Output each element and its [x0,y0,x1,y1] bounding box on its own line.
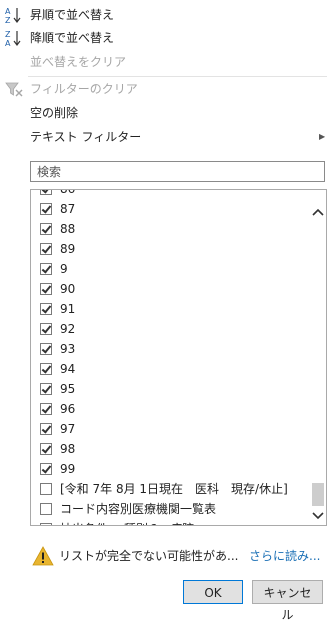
checkbox[interactable] [40,403,52,415]
list-item[interactable]: 89 [31,239,307,259]
search-box [30,161,325,182]
clear-sort-label: 並べ替えをクリア [30,55,127,69]
list-item[interactable]: 93 [31,339,307,359]
sort-asc-label: 昇順で並べ替え [30,8,115,22]
list-item[interactable]: 99 [31,459,307,479]
list-item-label: 95 [60,382,76,396]
svg-text:Z: Z [5,16,11,24]
list-item[interactable]: 90 [31,279,307,299]
list-item-label: 91 [60,302,76,316]
sort-asc-icon: A Z [5,7,21,24]
svg-text:A: A [5,7,11,16]
list-item-label: 98 [60,442,76,456]
checkbox[interactable] [40,303,52,315]
list-item[interactable]: 86 [31,189,307,199]
checkbox[interactable] [40,343,52,355]
svg-text:Z: Z [5,30,11,39]
text-filter-label: テキスト フィルター [30,130,142,144]
list-item-label: 93 [60,342,76,356]
list-item[interactable]: 98 [31,439,307,459]
list-item[interactable]: 9 [31,259,307,279]
sort-desc-icon: Z A [5,30,21,47]
checkbox[interactable] [40,203,52,215]
list-item[interactable]: 91 [31,299,307,319]
list-item[interactable]: [令和 7年 8月 1日現在 医科 現存/休止] [31,479,307,499]
scrollbar-thumb[interactable] [312,483,324,506]
read-more-link[interactable]: さらに読み... [249,544,320,568]
list-item[interactable]: 87 [31,199,307,219]
list-item-label: 99 [60,462,76,476]
list-item-label: 90 [60,282,76,296]
list-item[interactable]: 96 [31,399,307,419]
list-item[interactable]: 95 [31,379,307,399]
scroll-down-icon[interactable] [310,508,326,524]
list-item[interactable]: 94 [31,359,307,379]
ok-button[interactable]: OK [183,580,243,604]
checkbox[interactable] [40,283,52,295]
clear-filter-label: フィルターのクリア [30,82,138,96]
warning-icon [32,546,54,566]
menu-separator [28,76,327,77]
list-item-label: 抽出条件 :種別２=病院 [60,519,194,525]
list-scrollbar[interactable] [310,190,326,525]
menu-clear-sort[interactable]: 並べ替えをクリア [0,51,335,73]
checkbox[interactable] [40,190,52,195]
checkbox[interactable] [40,223,52,235]
scroll-up-icon[interactable] [310,204,326,220]
filter-value-list: 86 87 88 89 9 90 91 92 93 94 95 96 97 98 99 [令和 7年 8月 … [30,189,327,526]
list-item-label: 92 [60,322,76,336]
delete-empty-label: 空の削除 [30,106,79,120]
list-item-label: 88 [60,222,76,236]
list-item[interactable]: 88 [31,219,307,239]
checkbox[interactable] [40,443,52,455]
list-item-label: 94 [60,362,76,376]
checkbox[interactable] [40,323,52,335]
cancel-button[interactable]: キャンセル [252,580,323,622]
menu-sort-ascending[interactable]: A Z 昇順で並べ替え [0,4,335,26]
clear-filter-icon [5,82,23,97]
checkbox[interactable] [40,463,52,475]
list-item[interactable]: 92 [31,319,307,339]
checkbox[interactable] [40,243,52,255]
checkbox[interactable] [40,523,52,525]
list-item-label: 97 [60,422,76,436]
search-input[interactable] [31,162,324,181]
sort-desc-label: 降順で並べ替え [30,31,115,45]
checkbox[interactable] [40,263,52,275]
menu-delete-empty[interactable]: 空の削除 [0,102,335,124]
list-item-label: 9 [60,262,68,276]
menu-clear-filter[interactable]: フィルターのクリア [0,78,335,100]
checkbox[interactable] [40,483,52,495]
list-item-label: コード内容別医療機関一覧表 [60,502,217,516]
checkbox[interactable] [40,423,52,435]
list-item[interactable]: 97 [31,419,307,439]
svg-text:A: A [5,39,11,47]
list-item-label: 89 [60,242,76,256]
list-item-label: 86 [60,189,76,196]
list-item[interactable]: 抽出条件 :種別２=病院 [31,519,307,525]
list-item-label: [令和 7年 8月 1日現在 医科 現存/休止] [60,482,288,496]
warning-text: リストが完全でない可能性があ... [59,549,239,563]
list-item-label: 96 [60,402,76,416]
list-item[interactable]: コード内容別医療機関一覧表 [31,499,307,519]
menu-text-filter[interactable]: テキスト フィルター ▶ [0,126,335,148]
checkbox[interactable] [40,503,52,515]
submenu-arrow-icon: ▶ [319,132,326,141]
checkbox[interactable] [40,383,52,395]
menu-sort-descending[interactable]: Z A 降順で並べ替え [0,27,335,49]
checkbox[interactable] [40,363,52,375]
list-item-label: 87 [60,202,76,216]
incomplete-list-warning: リストが完全でない可能性があ... さらに読み... [32,544,327,568]
